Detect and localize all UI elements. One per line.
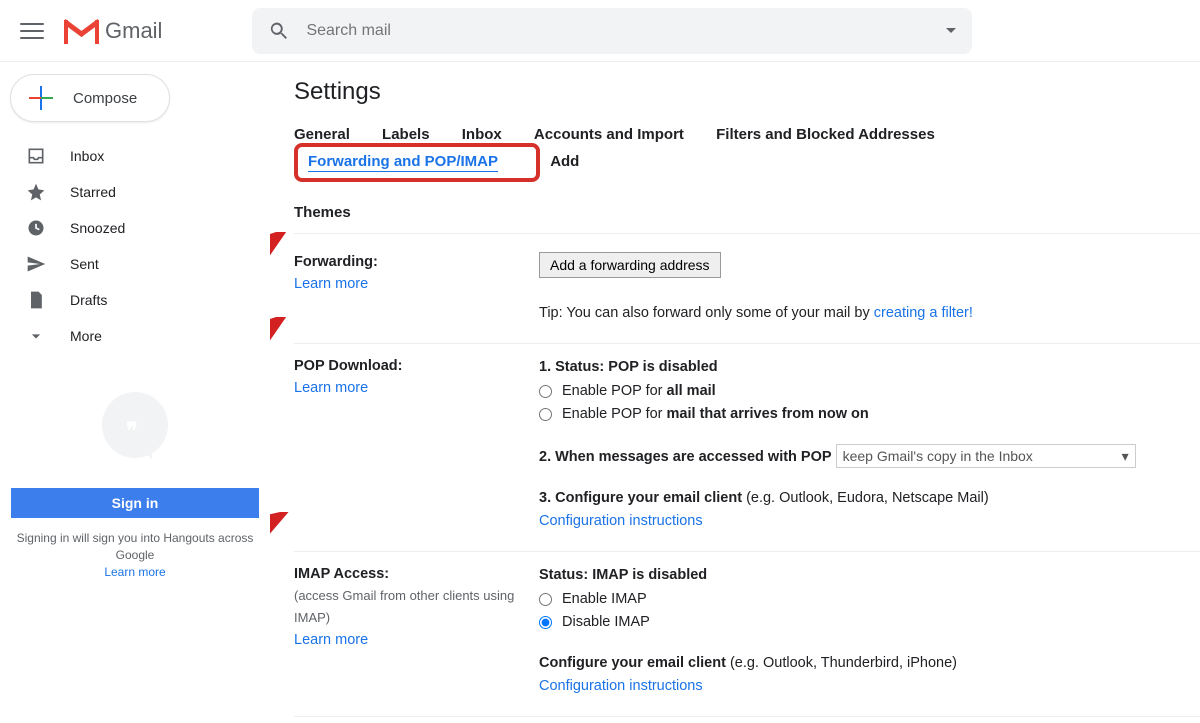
clock-icon	[26, 218, 46, 238]
pop-q3-label: 3. Configure your email client	[539, 490, 742, 506]
search-icon	[268, 20, 290, 42]
imap-disable-radio[interactable]	[539, 616, 552, 629]
chevron-down-icon	[26, 326, 46, 346]
page-title: Settings	[294, 78, 1200, 106]
pop-enable-all-radio[interactable]	[539, 385, 552, 398]
creating-a-filter-link[interactable]: creating a filter!	[874, 305, 973, 321]
tab-addons[interactable]: Add	[550, 153, 579, 170]
compose-label: Compose	[73, 90, 137, 107]
imap-learn-more-link[interactable]: Learn more	[294, 632, 368, 648]
gmail-logo[interactable]: Gmail	[64, 18, 162, 44]
forwarding-label: Forwarding:	[294, 254, 378, 270]
file-icon	[26, 290, 46, 310]
imap-cfg-label: Configure your email client	[539, 655, 726, 671]
search-input[interactable]	[306, 22, 946, 40]
compose-button[interactable]: Compose	[10, 74, 170, 122]
sidebar-item-sent[interactable]: Sent	[0, 246, 270, 282]
forwarding-learn-more-link[interactable]: Learn more	[294, 276, 368, 292]
gmail-m-icon	[64, 18, 99, 44]
sidebar-item-inbox[interactable]: Inbox	[0, 138, 270, 174]
hangouts-icon: ❞	[102, 392, 168, 458]
annotation-arrow-icon	[270, 232, 290, 312]
pop-q2-label: 2. When messages are accessed with POP	[539, 449, 832, 465]
pop-config-instructions-link[interactable]: Configuration instructions	[539, 513, 703, 529]
pop-action-select[interactable]: keep Gmail's copy in the Inbox▾	[836, 444, 1136, 468]
sidebar-item-drafts[interactable]: Drafts	[0, 282, 270, 318]
annotation-arrow-icon	[270, 317, 290, 397]
hangouts-signin-button[interactable]: Sign in	[11, 488, 259, 518]
sidebar-item-starred[interactable]: Starred	[0, 174, 270, 210]
search-bar[interactable]	[252, 8, 972, 54]
settings-tabs: General Labels Inbox Accounts and Import…	[294, 126, 1200, 234]
add-forwarding-address-button[interactable]: Add a forwarding address	[539, 252, 721, 278]
tab-accounts[interactable]: Accounts and Import	[534, 126, 684, 143]
pop-learn-more-link[interactable]: Learn more	[294, 380, 368, 396]
sidebar-item-snoozed[interactable]: Snoozed	[0, 210, 270, 246]
imap-access-label: IMAP Access:	[294, 566, 389, 582]
search-options-icon[interactable]	[946, 28, 956, 33]
tab-filters[interactable]: Filters and Blocked Addresses	[716, 126, 935, 143]
tab-inbox[interactable]: Inbox	[462, 126, 502, 143]
pop-status-value: POP is disabled	[608, 359, 717, 375]
sidebar-item-more[interactable]: More	[0, 318, 270, 354]
tab-general[interactable]: General	[294, 126, 350, 143]
annotation-arrow-icon	[270, 512, 290, 592]
imap-status-value: IMAP is disabled	[592, 567, 707, 583]
hangouts-learn-more-link[interactable]: Learn more	[104, 565, 165, 579]
star-icon	[26, 182, 46, 202]
tab-forwarding-pop-imap[interactable]: Forwarding and POP/IMAP	[294, 143, 540, 182]
imap-access-sub: (access Gmail from other clients using I…	[294, 588, 514, 625]
menu-icon[interactable]	[20, 19, 44, 43]
pop-status-label: 1. Status:	[539, 359, 604, 375]
pop-enable-new-radio[interactable]	[539, 408, 552, 421]
hangouts-note: Signing in will sign you into Hangouts a…	[10, 530, 260, 580]
plus-icon	[29, 86, 53, 110]
pop-download-label: POP Download:	[294, 358, 403, 374]
gmail-logo-text: Gmail	[105, 18, 162, 44]
tab-labels[interactable]: Labels	[382, 126, 430, 143]
imap-status-label: Status:	[539, 567, 588, 583]
inbox-icon	[26, 146, 46, 166]
imap-config-instructions-link[interactable]: Configuration instructions	[539, 678, 703, 694]
imap-enable-radio[interactable]	[539, 593, 552, 606]
send-icon	[26, 254, 46, 274]
tab-themes[interactable]: Themes	[294, 204, 351, 221]
forwarding-tip: Tip: You can also forward only some of y…	[539, 305, 973, 321]
